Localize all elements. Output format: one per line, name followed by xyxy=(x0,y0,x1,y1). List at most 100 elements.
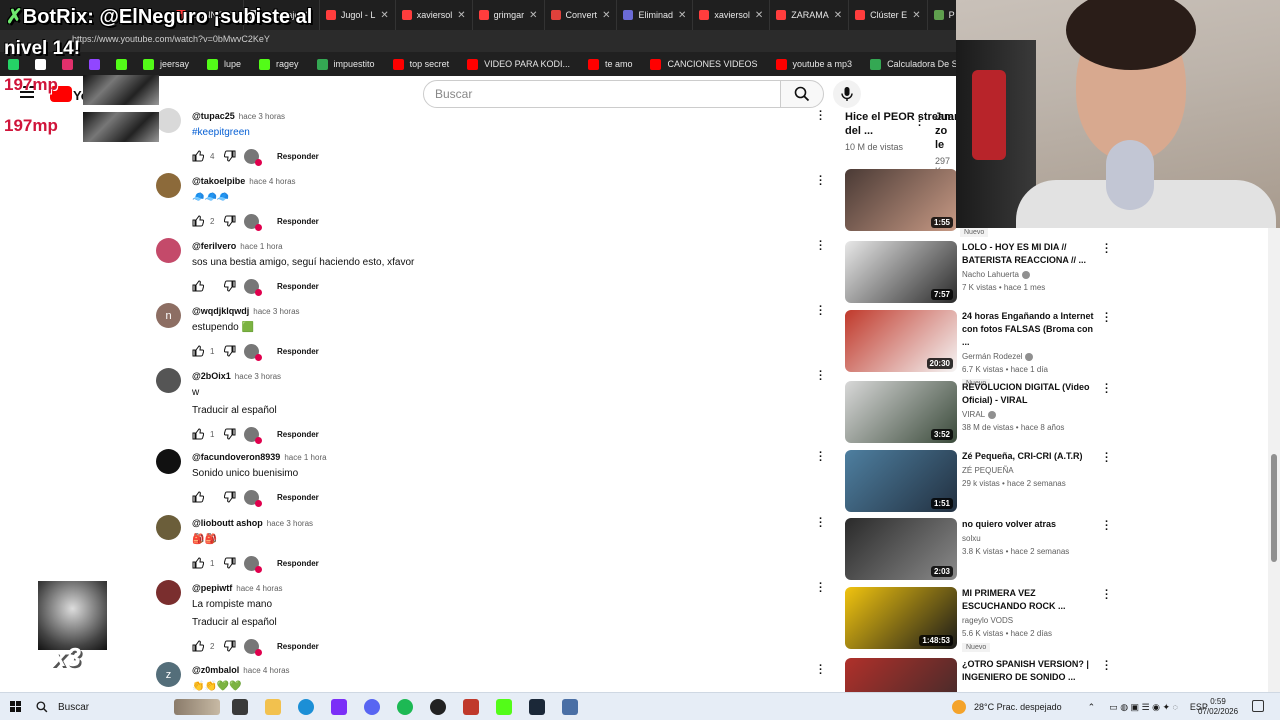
browser-tab[interactable]: xaviersol ✕ xyxy=(693,0,771,30)
channel-name-text[interactable]: Germán Rodezel xyxy=(962,352,1022,361)
comment-time[interactable]: hace 1 hora xyxy=(284,453,326,462)
comment-author[interactable]: @pepiwtf xyxy=(192,583,232,593)
video-app-icon[interactable] xyxy=(463,699,479,715)
browser-tab[interactable]: xaviersol ✕ xyxy=(396,0,473,30)
bookmark-item[interactable] xyxy=(8,58,25,70)
translate-link[interactable]: Traducir al español xyxy=(192,617,792,628)
avatar[interactable] xyxy=(156,108,181,133)
recommended-video[interactable]: 1:51 Zé Pequeña, CRI-CRI (A.T.R) ZÉ PEQUEÑ… xyxy=(845,449,1115,514)
channel-name[interactable]: Nacho Lahuerta xyxy=(962,270,1100,279)
like-icon[interactable] xyxy=(192,491,205,503)
close-icon[interactable]: ✕ xyxy=(380,10,388,21)
more-icon[interactable]: · · · xyxy=(819,367,823,386)
more-icon[interactable]: · · · xyxy=(1105,586,1109,605)
video-thumbnail[interactable]: 7:57 xyxy=(845,241,957,303)
browser-tab[interactable]: Clúster E ✕ xyxy=(849,0,928,30)
close-icon[interactable]: ✕ xyxy=(602,10,610,21)
clock[interactable]: 0:59 07/02/2026 xyxy=(1198,697,1238,717)
browser-tab[interactable]: grimgar ✕ xyxy=(473,0,545,30)
video-title[interactable]: LOLO - HOY ES MI DIA // BATERISTA REACCI… xyxy=(962,241,1100,267)
bookmark-item[interactable] xyxy=(116,58,133,70)
dislike-icon[interactable] xyxy=(223,557,236,569)
comment-author[interactable]: @lioboutt ashop xyxy=(192,518,263,528)
video-title[interactable]: Zé Pequeña, CRI-CRI (A.T.R) xyxy=(962,450,1100,463)
bookmark-item[interactable]: jeersay xyxy=(143,58,189,70)
avatar[interactable] xyxy=(156,515,181,540)
more-icon[interactable]: · · · xyxy=(1105,517,1109,536)
comment-author[interactable]: @z0mbalol xyxy=(192,665,239,675)
scrollbar-thumb[interactable] xyxy=(1271,454,1277,562)
channel-name[interactable]: VIRAL xyxy=(962,410,1100,419)
reply-button[interactable]: Responder xyxy=(277,642,319,651)
voice-search-button[interactable] xyxy=(833,80,861,108)
comment-text[interactable]: #keepitgreen xyxy=(192,127,792,138)
video-title[interactable]: MI PRIMERA VEZ ESCUCHANDO ROCK ... xyxy=(962,587,1100,613)
more-icon[interactable]: · · · xyxy=(819,661,823,680)
reply-button[interactable]: Responder xyxy=(277,152,319,161)
reply-button[interactable]: Responder xyxy=(277,217,319,226)
chevron-up-icon[interactable]: ⌃ xyxy=(1088,702,1096,713)
dislike-icon[interactable] xyxy=(223,215,236,227)
more-icon[interactable]: · · · xyxy=(819,302,823,321)
channel-name-text[interactable]: Nacho Lahuerta xyxy=(962,270,1019,279)
bookmark-item[interactable]: CANCIONES VIDEOS xyxy=(650,58,758,70)
bookmark-item[interactable]: top secret xyxy=(392,58,449,70)
more-icon[interactable]: · · · xyxy=(819,514,823,533)
like-icon[interactable] xyxy=(192,215,205,227)
taskbar-search[interactable]: Buscar xyxy=(36,697,166,717)
page-scrollbar[interactable] xyxy=(1268,228,1280,692)
recommended-video[interactable]: 7:57 LOLO - HOY ES MI DIA // BATERISTA RE… xyxy=(845,240,1115,305)
channel-name-text[interactable]: ZÉ PEQUEÑA xyxy=(962,466,1014,475)
dislike-icon[interactable] xyxy=(223,491,236,503)
comment-author[interactable]: @takoelpibe xyxy=(192,176,245,186)
like-icon[interactable] xyxy=(192,150,205,162)
close-icon[interactable]: ✕ xyxy=(912,10,920,21)
video-title[interactable]: ¿OTRO SPANISH VERSION? | INGENIERO DE SO… xyxy=(962,658,1100,684)
spotify-icon[interactable] xyxy=(397,699,413,715)
video-title[interactable]: no quiero volver atras xyxy=(962,518,1100,531)
like-icon[interactable] xyxy=(192,428,205,440)
like-icon[interactable] xyxy=(192,557,205,569)
like-icon[interactable] xyxy=(192,345,205,357)
comment-time[interactable]: hace 3 horas xyxy=(239,112,285,121)
dislike-icon[interactable] xyxy=(223,150,236,162)
more-icon[interactable]: · · · xyxy=(819,107,823,126)
dislike-icon[interactable] xyxy=(223,640,236,652)
more-icon[interactable]: · · · xyxy=(1105,240,1109,259)
browser-tab[interactable]: Jugol - L ✕ xyxy=(320,0,396,30)
url-text[interactable]: https://www.youtube.com/watch?v=0bMwvC2K… xyxy=(72,34,270,44)
reply-button[interactable]: Responder xyxy=(277,282,319,291)
browser-tab[interactable]: Convert ✕ xyxy=(545,0,618,30)
video-thumbnail[interactable]: 1:48:53 xyxy=(845,587,957,649)
video-thumbnail[interactable]: 3:52 xyxy=(845,381,957,443)
reply-button[interactable]: Responder xyxy=(277,430,319,439)
close-icon[interactable]: ✕ xyxy=(834,10,842,21)
channel-name[interactable]: solxu xyxy=(962,534,1100,543)
bookmark-item[interactable]: ragey xyxy=(259,58,299,70)
comment-author[interactable]: @tupac25 xyxy=(192,111,235,121)
more-icon[interactable]: · · · xyxy=(1105,380,1109,399)
obs-icon[interactable] xyxy=(430,699,446,715)
reply-button[interactable]: Responder xyxy=(277,493,319,502)
windows-start-icon[interactable] xyxy=(10,701,22,713)
close-icon[interactable]: ✕ xyxy=(529,10,537,21)
channel-name[interactable]: ZÉ PEQUEÑA xyxy=(962,466,1100,475)
task-view-icon[interactable] xyxy=(232,699,248,715)
avatar[interactable] xyxy=(156,173,181,198)
edge-icon[interactable] xyxy=(298,699,314,715)
channel-name[interactable]: rageylo VODS xyxy=(962,616,1100,625)
comment-author[interactable]: @facundoveron8939 xyxy=(192,452,280,462)
close-icon[interactable]: ✕ xyxy=(678,10,686,21)
more-icon[interactable]: · · · xyxy=(819,172,823,191)
avatar[interactable] xyxy=(156,449,181,474)
bookmark-item[interactable]: lupe xyxy=(207,58,241,70)
kick-icon[interactable] xyxy=(496,699,512,715)
more-icon[interactable]: · · · xyxy=(819,448,823,467)
taskbar-widget[interactable] xyxy=(174,699,220,715)
more-icon[interactable]: · · · xyxy=(918,113,922,132)
steam-icon[interactable] xyxy=(529,699,545,715)
avatar[interactable] xyxy=(156,368,181,393)
reply-button[interactable]: Responder xyxy=(277,559,319,568)
comment-time[interactable]: hace 3 horas xyxy=(253,307,299,316)
video-title[interactable]: REVOLUCION DIGITAL (Video Oficial) - VIR… xyxy=(962,381,1100,407)
